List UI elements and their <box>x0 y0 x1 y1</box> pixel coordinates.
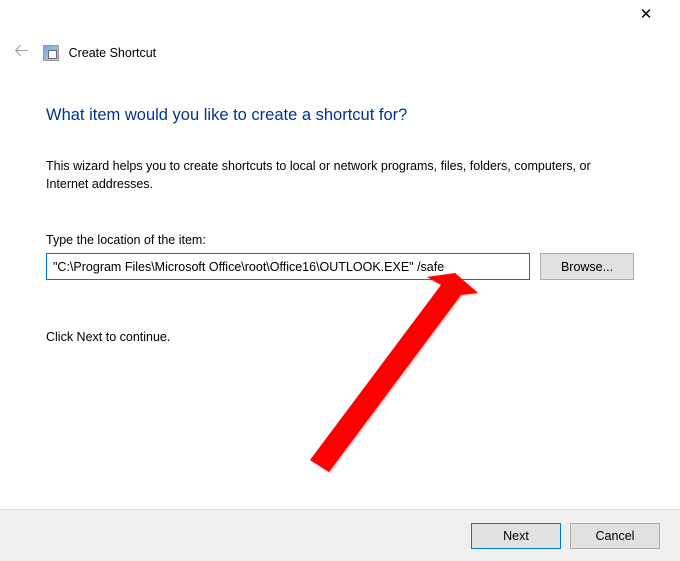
next-button[interactable]: Next <box>471 523 561 549</box>
footer: Next Cancel <box>0 509 680 561</box>
browse-button[interactable]: Browse... <box>540 253 634 280</box>
page-heading: What item would you like to create a sho… <box>46 106 634 125</box>
location-label: Type the location of the item: <box>46 233 634 247</box>
shortcut-icon <box>43 45 59 61</box>
header: 🡠 Create Shortcut <box>0 30 680 70</box>
wizard-description: This wizard helps you to create shortcut… <box>46 157 634 193</box>
content-area: What item would you like to create a sho… <box>0 70 680 344</box>
location-row: Browse... <box>46 253 634 280</box>
location-input[interactable] <box>46 253 530 280</box>
continue-text: Click Next to continue. <box>46 330 634 344</box>
back-arrow-icon: 🡠 <box>10 36 33 70</box>
close-icon[interactable]: ✕ <box>624 1 668 29</box>
cancel-button[interactable]: Cancel <box>570 523 660 549</box>
titlebar: ✕ <box>0 0 680 30</box>
window-title: Create Shortcut <box>69 46 157 60</box>
